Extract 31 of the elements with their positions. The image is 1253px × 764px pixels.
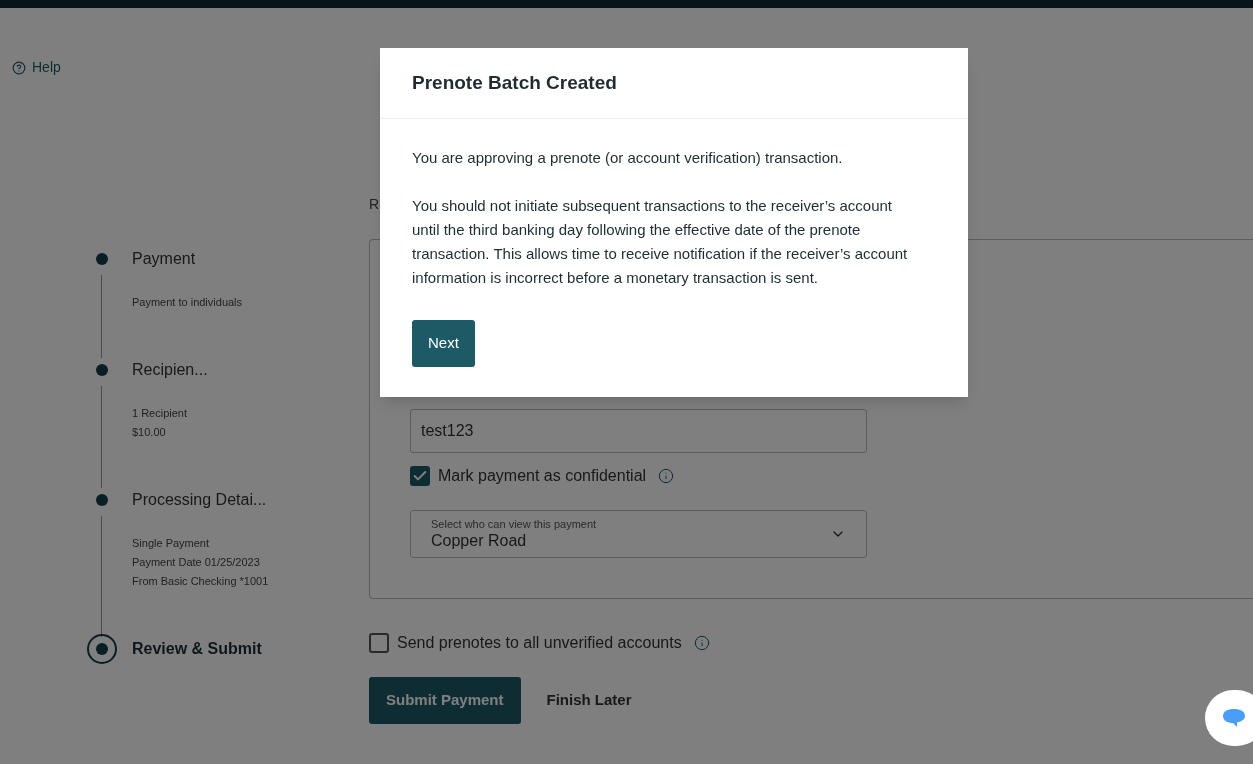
step-title[interactable]: Processing Detai... — [132, 487, 267, 512]
select-label: Select who can view this payment — [431, 516, 597, 531]
checkbox-label: Mark payment as confidential — [438, 465, 647, 486]
chat-bubble-icon — [1222, 708, 1246, 728]
help-icon — [12, 60, 26, 75]
viewer-select[interactable]: Select who can view this payment Copper Road — [410, 509, 867, 558]
step-detail: 1 Recipient — [132, 405, 189, 421]
checkbox-label: Send prenotes to all unverified accounts — [397, 632, 682, 653]
step-detail: Single Payment — [132, 535, 211, 551]
chat-button[interactable] — [1205, 690, 1253, 746]
help-link[interactable]: Help — [12, 57, 61, 78]
checkbox[interactable] — [369, 632, 389, 653]
step-detail: From Basic Checking *1001 — [132, 573, 270, 589]
step-title[interactable]: Review & Submit — [132, 636, 262, 661]
step-title[interactable]: Recipien... — [132, 357, 208, 382]
step-detail: $10.00 — [132, 424, 167, 440]
info-icon[interactable] — [658, 467, 675, 484]
info-icon[interactable] — [693, 634, 710, 651]
dialog-paragraph: You are approving a prenote (or account verification) transaction. — [412, 148, 844, 168]
submit-payment-button[interactable]: Submit Payment — [369, 676, 521, 724]
checkbox[interactable] — [410, 465, 430, 486]
page-subtitle: R — [369, 194, 380, 214]
select-value: Copper Road — [431, 530, 528, 551]
step-detail: Payment Date 01/25/2023 — [132, 554, 261, 570]
dialog-title: Prenote Batch Created — [380, 48, 968, 119]
step-title[interactable]: Payment — [132, 246, 196, 271]
step-detail: Payment to individuals — [132, 294, 244, 310]
dialog-paragraph: You should not initiate subsequent transactions to the receiver’s account until the third banking day following the effective date of the prenote transaction. This allows time to receive notification if the receiver’s account information is incorrect before a monetary transaction is sent. — [412, 196, 909, 288]
finish-later-button[interactable]: Finish Later — [530, 676, 648, 724]
next-button[interactable]: Next — [412, 320, 475, 367]
reference-field[interactable]: test123 — [410, 408, 867, 453]
